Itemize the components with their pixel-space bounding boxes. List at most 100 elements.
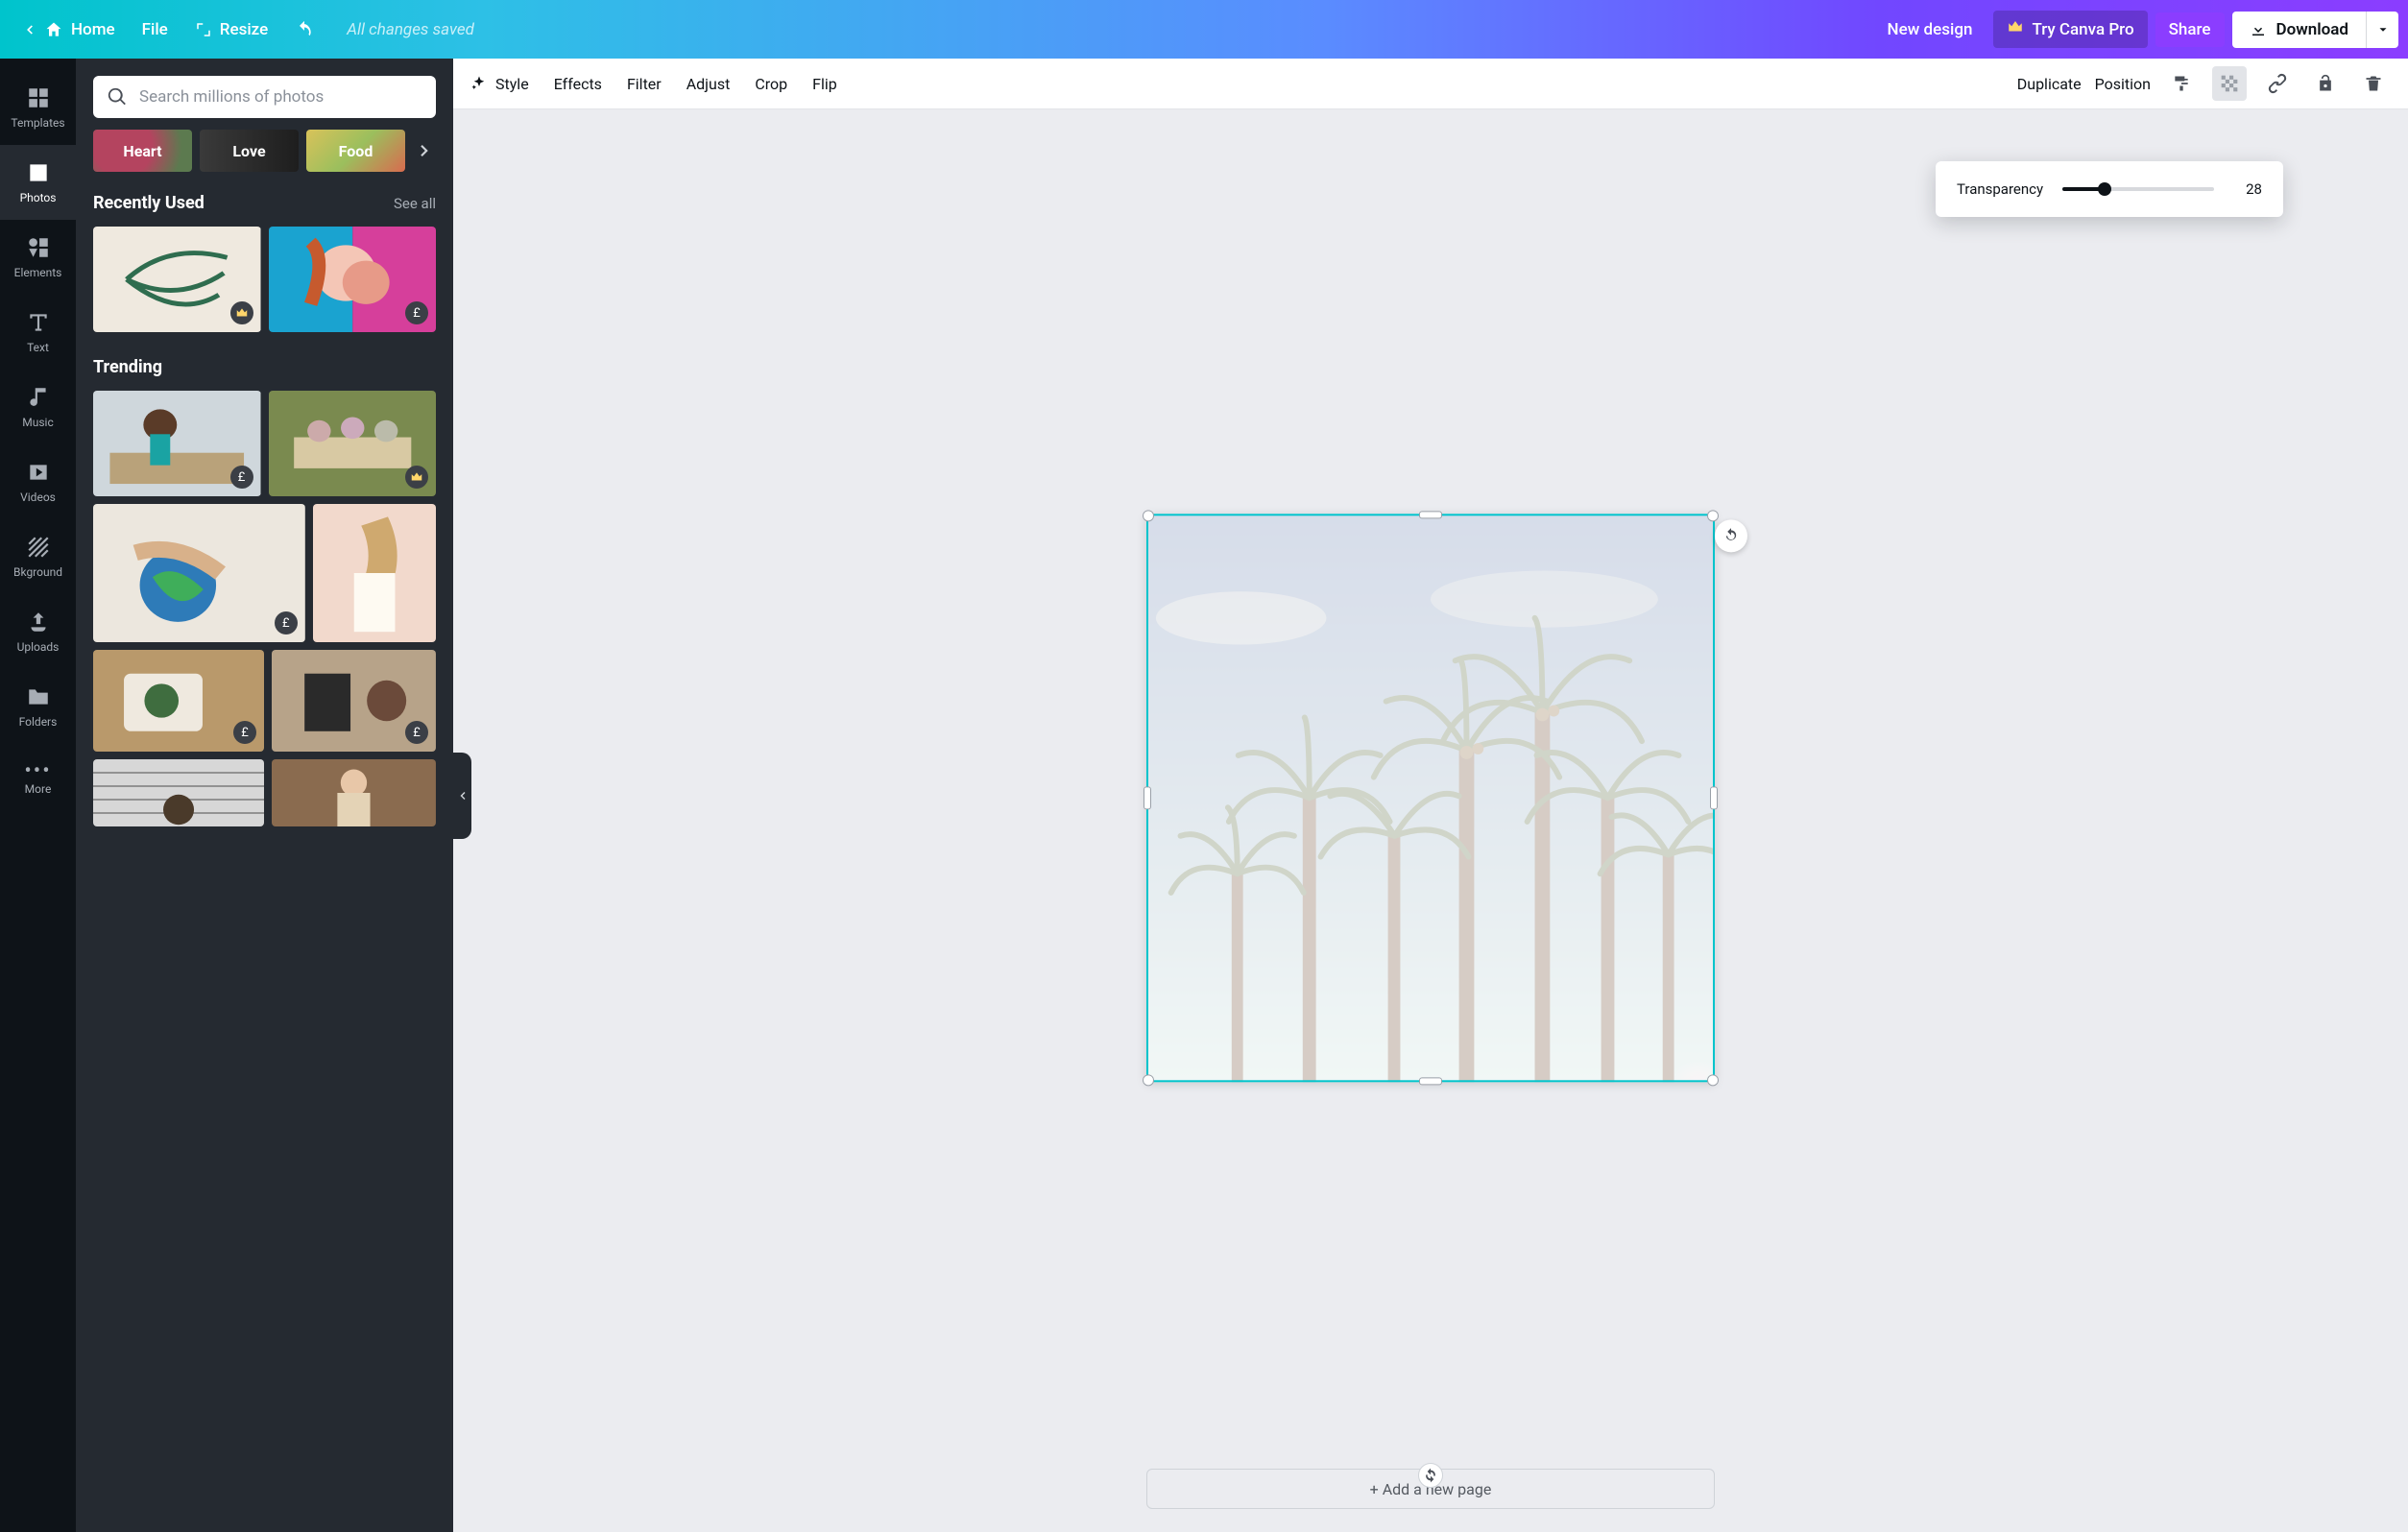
context-bar: Style Effects Filter Adjust Crop Flip Du… [453, 59, 2408, 109]
photo-thumb[interactable]: £ [269, 227, 437, 332]
try-pro-button[interactable]: Try Canva Pro [1993, 11, 2147, 48]
main: Templates Photos Elements Text Music Vid… [0, 59, 2408, 1532]
category-love[interactable]: Love [200, 130, 299, 172]
design-page[interactable] [1146, 514, 1715, 1082]
cb-transparency[interactable] [2212, 66, 2247, 101]
side-rail: Templates Photos Elements Text Music Vid… [0, 59, 76, 1532]
cb-flip[interactable]: Flip [812, 75, 837, 93]
pro-badge [405, 466, 428, 489]
cb-link[interactable] [2260, 66, 2295, 101]
rail-music[interactable]: Music [0, 370, 76, 444]
canvas-area: Style Effects Filter Adjust Crop Flip Du… [453, 59, 2408, 1532]
share-button[interactable]: Share [2155, 12, 2225, 47]
resize-handle-l[interactable] [1144, 786, 1151, 809]
folders-icon [26, 684, 51, 709]
rail-videos[interactable]: Videos [0, 444, 76, 519]
elements-icon [26, 235, 51, 260]
resize-handle-t[interactable] [1419, 511, 1442, 518]
see-all-recent[interactable]: See all [394, 195, 436, 212]
resize-handle-b[interactable] [1419, 1077, 1442, 1085]
transparency-value: 28 [2233, 180, 2262, 198]
download-button[interactable]: Download [2232, 12, 2366, 48]
photo-thumb[interactable]: £ [272, 650, 436, 752]
cb-crop[interactable]: Crop [755, 75, 787, 93]
design-stage[interactable]: Transparency 28 [453, 109, 2408, 1532]
photo-thumb[interactable] [93, 227, 261, 332]
resize-handle-bl[interactable] [1143, 1074, 1154, 1086]
photo-thumb[interactable] [272, 759, 436, 826]
section-trending-title: Trending [93, 357, 162, 377]
photo-search[interactable] [93, 76, 436, 118]
transparency-label: Transparency [1957, 180, 2043, 198]
resize-button[interactable]: Resize [181, 12, 281, 47]
photo-thumb[interactable]: £ [93, 391, 261, 496]
photo-thumb[interactable] [93, 759, 264, 826]
page-cycle[interactable] [1418, 1463, 1443, 1488]
price-badge: £ [233, 721, 256, 744]
cb-adjust[interactable]: Adjust [686, 75, 731, 93]
rail-uploads[interactable]: Uploads [0, 594, 76, 669]
photo-search-input[interactable] [139, 87, 422, 107]
cb-effects[interactable]: Effects [554, 75, 602, 93]
pro-badge [230, 301, 253, 324]
home-button[interactable]: Home [10, 12, 129, 47]
thumb-image [272, 759, 436, 826]
cb-paint-format[interactable] [2164, 66, 2199, 101]
cb-filter[interactable]: Filter [627, 75, 662, 93]
home-label: Home [71, 20, 115, 39]
transparency-icon [2220, 74, 2239, 93]
templates-icon [26, 85, 51, 110]
rail-elements[interactable]: Elements [0, 220, 76, 295]
photo-thumb[interactable] [269, 391, 437, 496]
music-icon [26, 385, 51, 410]
chevron-right-icon [416, 142, 433, 159]
more-icon: ••• [24, 767, 51, 777]
resize-handle-r[interactable] [1710, 786, 1718, 809]
rail-photos[interactable]: Photos [0, 145, 76, 220]
photo-thumb[interactable] [313, 504, 436, 642]
thumb-image [93, 759, 264, 826]
text-icon [26, 310, 51, 335]
transparency-slider[interactable] [2062, 187, 2214, 191]
photo-thumb[interactable]: £ [93, 504, 305, 642]
cb-delete[interactable] [2356, 66, 2391, 101]
cb-position[interactable]: Position [2095, 75, 2151, 93]
uploads-icon [26, 610, 51, 634]
photos-panel: Heart Love Food Recently Used See all [76, 59, 453, 1532]
undo-button[interactable] [281, 12, 327, 47]
rail-more[interactable]: ••• More [0, 744, 76, 819]
category-heart[interactable]: Heart [93, 130, 192, 172]
crown-icon [2007, 18, 2024, 40]
rotate-handle[interactable] [1715, 519, 1747, 552]
price-badge: £ [230, 466, 253, 489]
category-food[interactable]: Food [306, 130, 405, 172]
rail-templates[interactable]: Templates [0, 70, 76, 145]
file-menu[interactable]: File [129, 12, 181, 47]
videos-icon [26, 460, 51, 485]
selection-outline [1146, 514, 1715, 1082]
cb-style[interactable]: Style [470, 75, 529, 93]
rail-background[interactable]: Bkground [0, 519, 76, 594]
new-design-button[interactable]: New design [1874, 12, 1987, 47]
cb-lock[interactable] [2308, 66, 2343, 101]
search-icon [107, 86, 128, 108]
photos-icon [26, 160, 51, 185]
resize-handle-br[interactable] [1707, 1074, 1719, 1086]
rail-folders[interactable]: Folders [0, 669, 76, 744]
thumb-image [93, 504, 305, 642]
category-next[interactable] [413, 139, 436, 162]
price-badge: £ [405, 301, 428, 324]
resize-handle-tl[interactable] [1143, 510, 1154, 521]
download-menu-caret[interactable] [2366, 12, 2398, 48]
chevron-left-icon [23, 23, 36, 36]
sync-icon [1423, 1468, 1438, 1483]
trash-icon [2364, 74, 2383, 93]
price-badge: £ [405, 721, 428, 744]
photo-thumb[interactable]: £ [93, 650, 264, 752]
resize-handle-tr[interactable] [1707, 510, 1719, 521]
rotate-icon [1722, 527, 1740, 544]
chevron-down-icon [2376, 23, 2390, 36]
rail-text[interactable]: Text [0, 295, 76, 370]
category-row: Heart Love Food [93, 130, 436, 172]
cb-duplicate[interactable]: Duplicate [2017, 75, 2082, 93]
